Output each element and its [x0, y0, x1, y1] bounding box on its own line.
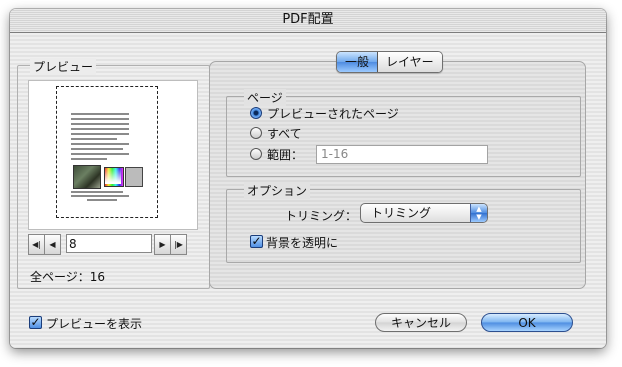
- crop-popup[interactable]: トリミング ▲ ▼: [360, 203, 488, 223]
- options-group: [226, 189, 581, 263]
- last-page-icon[interactable]: |▶: [170, 234, 187, 255]
- prev-page-icon[interactable]: ◀: [44, 234, 61, 255]
- options-group-label: オプション: [244, 182, 311, 199]
- page-group-label: ページ: [244, 89, 286, 106]
- updown-arrows-icon: ▲ ▼: [470, 204, 487, 222]
- radio-all-pages[interactable]: [250, 127, 262, 139]
- first-page-icon[interactable]: ◀|: [28, 234, 45, 255]
- ok-button[interactable]: OK: [481, 313, 573, 332]
- radio-range-label: 範囲：: [267, 148, 304, 162]
- preview-group-label: プレビュー: [30, 58, 97, 75]
- page-thumbnail: [56, 86, 158, 218]
- transparent-bg-checkbox[interactable]: ✓: [250, 235, 263, 248]
- photo-thumbnail: [73, 165, 101, 189]
- radio-previewed-page[interactable]: [250, 107, 262, 119]
- total-pages-label: 全ページ：16: [30, 270, 106, 284]
- show-preview-label: プレビューを表示: [46, 317, 143, 331]
- current-page-field[interactable]: 8: [66, 234, 152, 253]
- range-input[interactable]: 1-16: [316, 145, 488, 164]
- crop-popup-value: トリミング: [371, 206, 432, 220]
- show-preview-checkbox[interactable]: ✓: [29, 316, 42, 329]
- transparent-bg-label: 背景を透明に: [266, 236, 339, 250]
- tab-general[interactable]: 一般: [337, 52, 379, 72]
- crop-label: トリミング：: [285, 209, 358, 223]
- swatch-thumbnail: [125, 167, 143, 187]
- window-title: PDF配置: [10, 9, 606, 33]
- radio-previewed-page-label: プレビューされたページ: [267, 107, 399, 121]
- next-page-icon[interactable]: ▶: [154, 234, 171, 255]
- tab-layers[interactable]: レイヤー: [378, 52, 442, 72]
- cancel-button[interactable]: キャンセル: [375, 313, 467, 332]
- tab-bar: 一般 レイヤー: [336, 51, 443, 73]
- radio-all-pages-label: すべて: [267, 127, 302, 141]
- page-navigator: ◀| ◀ 8 ▶ |▶: [28, 234, 196, 255]
- radio-range[interactable]: [250, 148, 262, 160]
